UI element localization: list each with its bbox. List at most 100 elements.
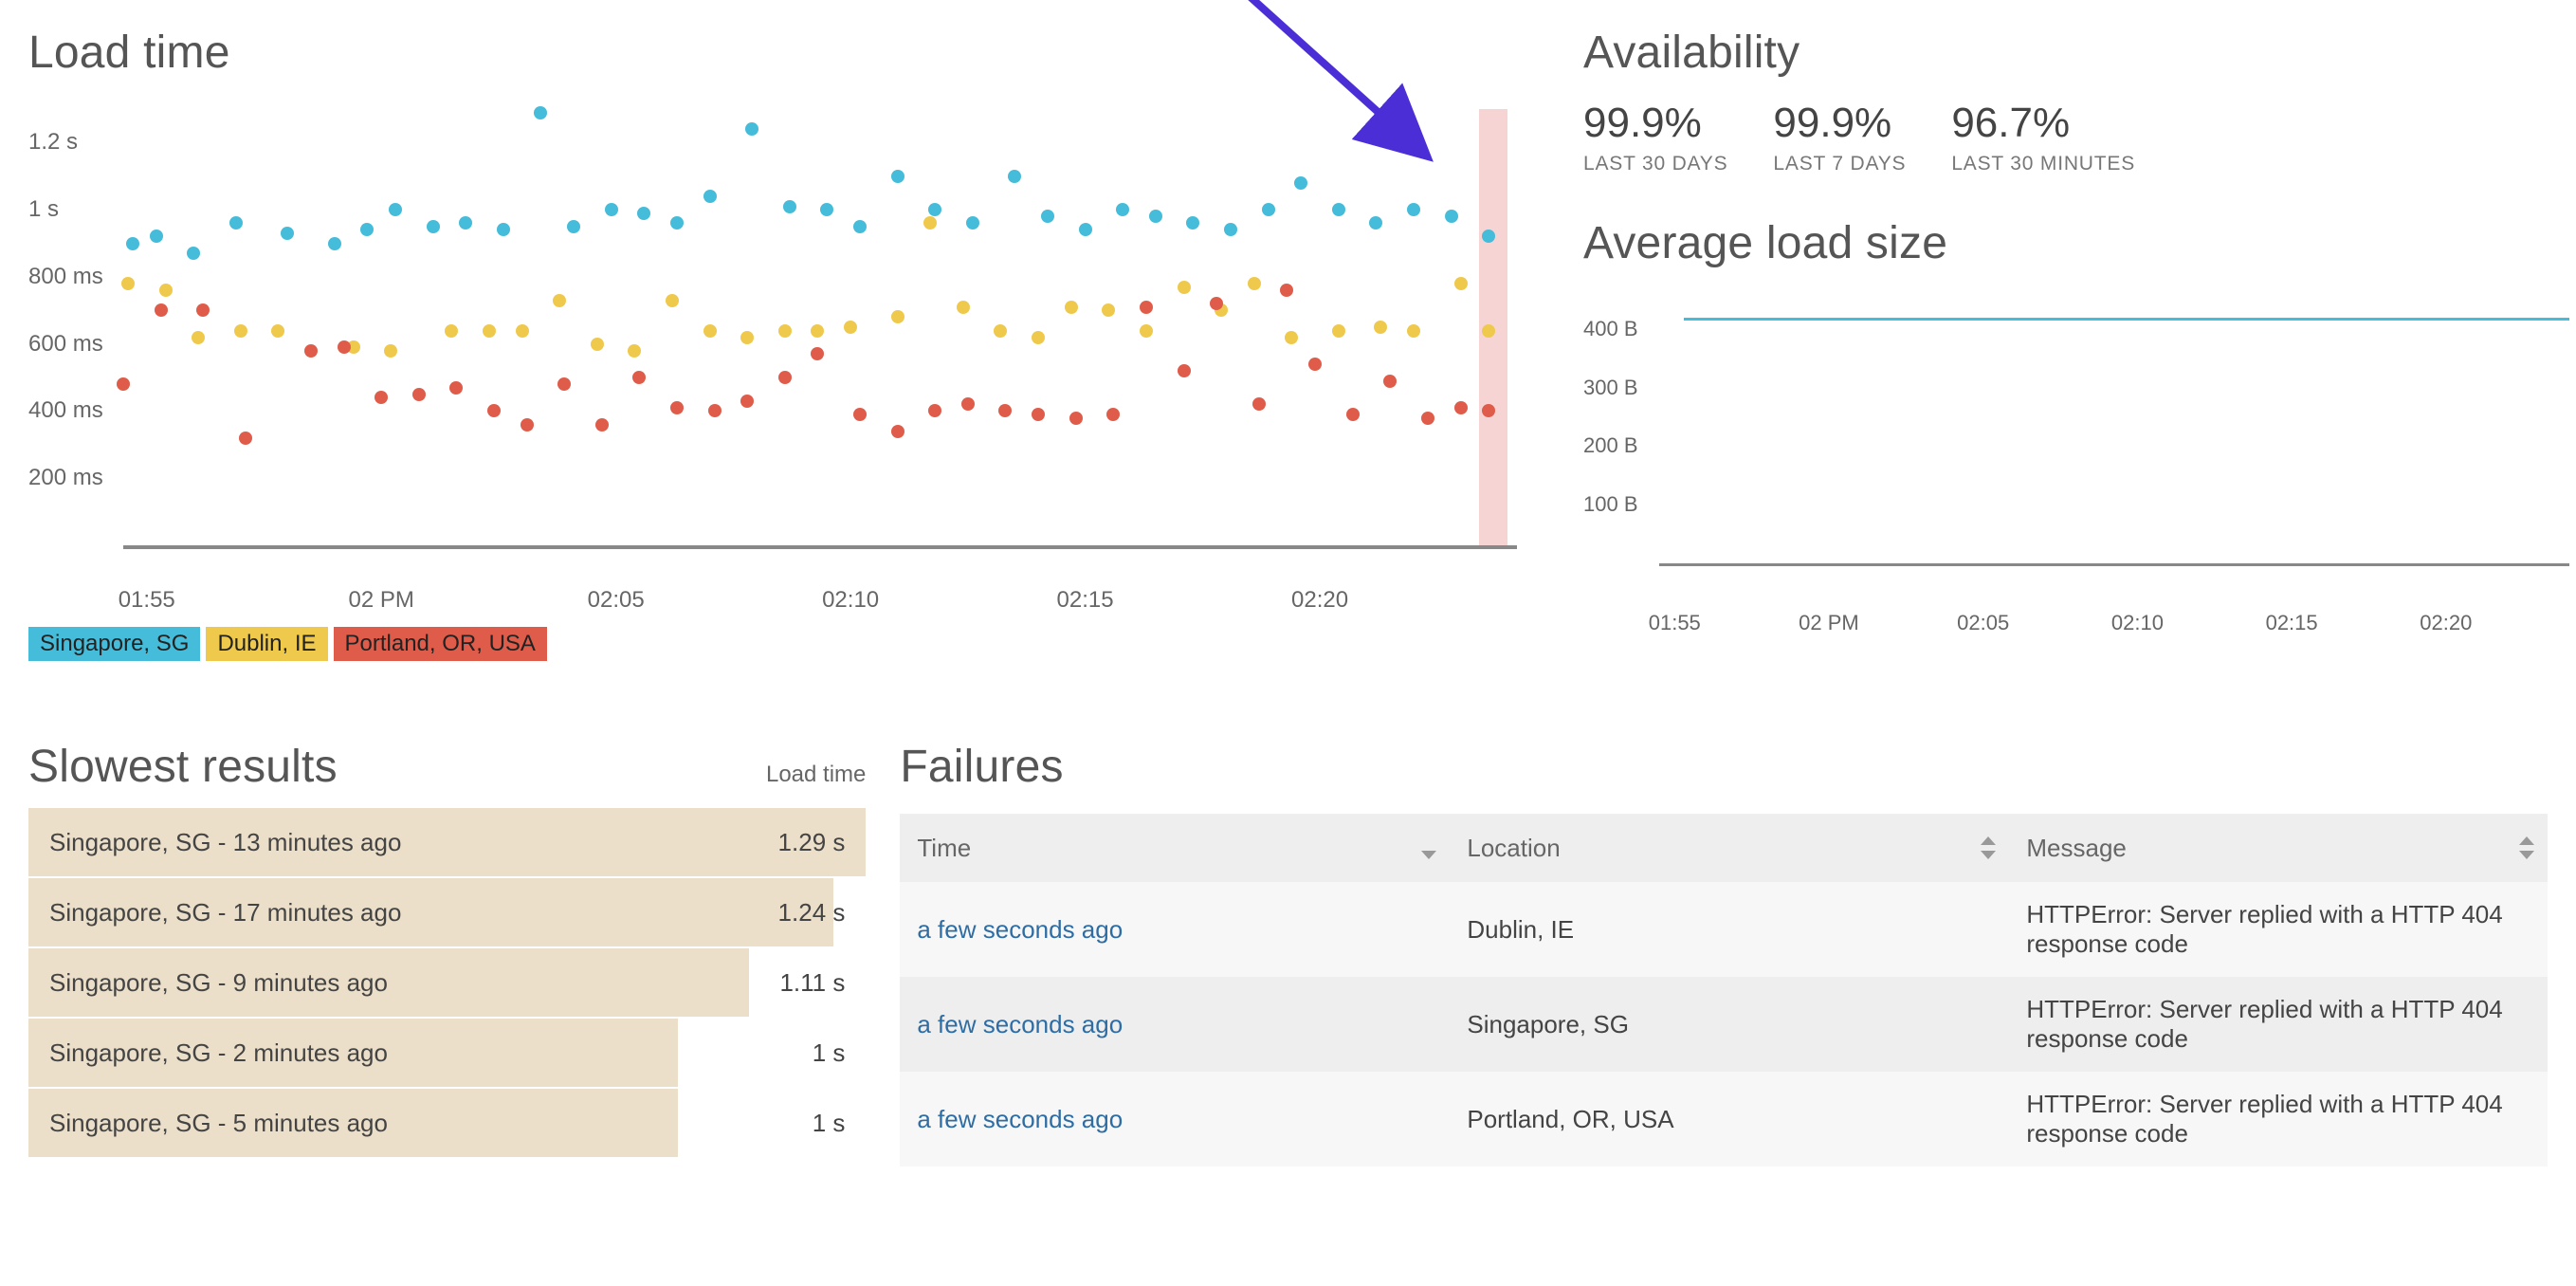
data-point[interactable]: [1346, 408, 1360, 421]
data-point[interactable]: [1454, 277, 1468, 290]
slowest-row[interactable]: Singapore, SG - 17 minutes ago1.24 s: [28, 878, 866, 946]
data-point[interactable]: [605, 203, 618, 216]
data-point[interactable]: [1116, 203, 1129, 216]
data-point[interactable]: [853, 220, 867, 233]
data-point[interactable]: [445, 324, 458, 338]
data-point[interactable]: [703, 324, 717, 338]
data-point[interactable]: [1445, 210, 1458, 223]
data-point[interactable]: [708, 404, 722, 417]
data-point[interactable]: [928, 203, 941, 216]
data-point[interactable]: [1079, 223, 1092, 236]
failure-time-link[interactable]: a few seconds ago: [917, 1010, 1123, 1039]
data-point[interactable]: [1032, 408, 1045, 421]
legend-item[interactable]: Singapore, SG: [28, 627, 200, 661]
data-point[interactable]: [449, 381, 463, 395]
data-point[interactable]: [497, 223, 510, 236]
data-point[interactable]: [521, 418, 534, 432]
data-point[interactable]: [1383, 375, 1397, 388]
data-point[interactable]: [1069, 412, 1083, 425]
data-point[interactable]: [998, 404, 1012, 417]
data-point[interactable]: [126, 237, 139, 250]
data-point[interactable]: [1407, 324, 1420, 338]
data-point[interactable]: [516, 324, 529, 338]
data-point[interactable]: [670, 401, 684, 414]
data-point[interactable]: [360, 223, 374, 236]
data-point[interactable]: [159, 284, 173, 297]
data-point[interactable]: [778, 371, 792, 384]
data-point[interactable]: [783, 200, 796, 213]
data-point[interactable]: [192, 331, 205, 344]
data-point[interactable]: [1032, 331, 1045, 344]
data-point[interactable]: [632, 371, 646, 384]
data-point[interactable]: [740, 331, 754, 344]
data-point[interactable]: [891, 170, 904, 183]
data-point[interactable]: [1407, 203, 1420, 216]
data-point[interactable]: [427, 220, 440, 233]
data-point[interactable]: [923, 216, 937, 230]
data-point[interactable]: [1482, 324, 1495, 338]
data-point[interactable]: [1421, 412, 1434, 425]
data-point[interactable]: [1262, 203, 1275, 216]
data-point[interactable]: [384, 344, 397, 358]
data-point[interactable]: [670, 216, 684, 230]
data-point[interactable]: [891, 310, 904, 323]
data-point[interactable]: [628, 344, 641, 358]
failure-time-link[interactable]: a few seconds ago: [917, 915, 1123, 945]
data-point[interactable]: [1454, 401, 1468, 414]
legend-item[interactable]: Dublin, IE: [206, 627, 327, 661]
data-point[interactable]: [1369, 216, 1382, 230]
slowest-row[interactable]: Singapore, SG - 9 minutes ago1.11 s: [28, 948, 866, 1017]
data-point[interactable]: [1252, 397, 1266, 411]
data-point[interactable]: [637, 207, 650, 220]
slowest-row[interactable]: Singapore, SG - 2 minutes ago1 s: [28, 1019, 866, 1087]
data-point[interactable]: [1332, 203, 1345, 216]
data-point[interactable]: [150, 230, 163, 243]
failure-time-link[interactable]: a few seconds ago: [917, 1105, 1123, 1134]
data-point[interactable]: [811, 324, 824, 338]
data-point[interactable]: [117, 377, 130, 391]
data-point[interactable]: [234, 324, 247, 338]
data-point[interactable]: [1482, 230, 1495, 243]
data-point[interactable]: [1140, 301, 1153, 314]
data-point[interactable]: [1248, 277, 1261, 290]
load-size-series[interactable]: [1684, 318, 2569, 321]
data-point[interactable]: [1224, 223, 1237, 236]
data-point[interactable]: [1374, 321, 1387, 334]
failures-row[interactable]: a few seconds agoDublin, IEHTTPError: Se…: [900, 882, 2548, 977]
data-point[interactable]: [1102, 303, 1115, 317]
data-point[interactable]: [459, 216, 472, 230]
data-point[interactable]: [994, 324, 1007, 338]
data-point[interactable]: [666, 294, 679, 307]
data-point[interactable]: [304, 344, 318, 358]
data-point[interactable]: [1186, 216, 1199, 230]
load-size-chart[interactable]: 400 B300 B200 B100 B01:5502 PM02:0502:10…: [1583, 294, 2569, 597]
data-point[interactable]: [591, 338, 604, 351]
data-point[interactable]: [1140, 324, 1153, 338]
data-point[interactable]: [745, 122, 758, 136]
data-point[interactable]: [1332, 324, 1345, 338]
failures-row[interactable]: a few seconds agoPortland, OR, USAHTTPEr…: [900, 1072, 2548, 1167]
failures-header-location[interactable]: Location: [1450, 814, 2009, 882]
data-point[interactable]: [229, 216, 243, 230]
data-point[interactable]: [328, 237, 341, 250]
data-point[interactable]: [778, 324, 792, 338]
data-point[interactable]: [740, 395, 754, 408]
data-point[interactable]: [1149, 210, 1162, 223]
data-point[interactable]: [239, 432, 252, 445]
data-point[interactable]: [928, 404, 941, 417]
data-point[interactable]: [853, 408, 867, 421]
data-point[interactable]: [557, 377, 571, 391]
data-point[interactable]: [1065, 301, 1078, 314]
data-point[interactable]: [281, 227, 294, 240]
data-point[interactable]: [1106, 408, 1120, 421]
legend-item[interactable]: Portland, OR, USA: [334, 627, 547, 661]
data-point[interactable]: [595, 418, 609, 432]
data-point[interactable]: [1280, 284, 1293, 297]
data-point[interactable]: [961, 397, 975, 411]
data-point[interactable]: [844, 321, 857, 334]
data-point[interactable]: [891, 425, 904, 438]
data-point[interactable]: [534, 106, 547, 119]
data-point[interactable]: [1285, 331, 1298, 344]
data-point[interactable]: [1482, 404, 1495, 417]
data-point[interactable]: [338, 340, 351, 354]
